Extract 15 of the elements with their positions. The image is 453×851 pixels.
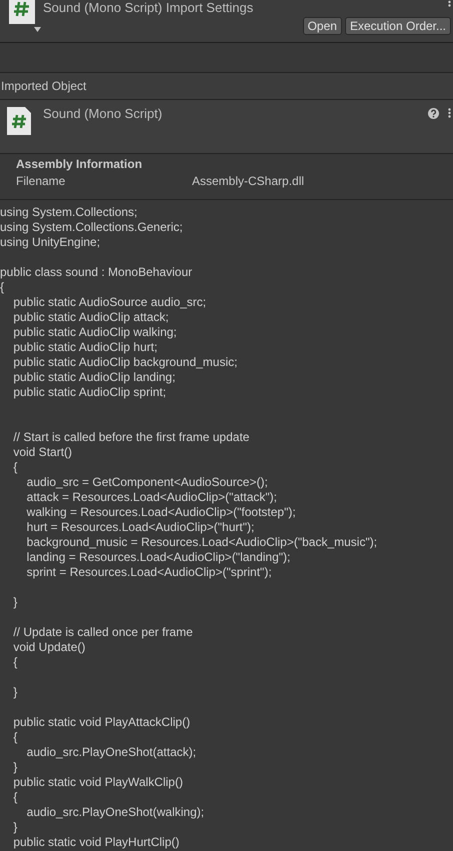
script-file-icon: [7, 0, 37, 24]
field-value: Assembly-CSharp.dll: [192, 174, 304, 188]
section-heading: Assembly Information: [16, 157, 144, 171]
execution-order-button[interactable]: Execution Order...: [344, 17, 451, 35]
section-label: Imported Object: [1, 79, 86, 93]
open-button[interactable]: Open: [302, 17, 342, 35]
more-options-icon[interactable]: [448, 0, 451, 7]
field-label: Filename: [16, 174, 66, 188]
help-icon[interactable]: [428, 108, 439, 119]
object-title: Sound (Mono Script): [43, 106, 162, 121]
code-text: using System.Collections; using System.Collections.Generic; using UnityEngine; public class sound : MonoBehaviour { public static AudioSource audio_src; public static AudioClip attack; public static AudioClip walking; public static AudioClip hurt; public static AudioClip background_music; public static AudioClip landing; public static AudioClip sprint; // Start is called before the first frame update void Start() { audio_src = GetComponent<AudioSource>(); attack = Resources.Load<AudioClip>("attack"); walking = Resources.Load<AudioClip>("footstep"); hurt = Resources.Load<AudioClip>("hurt"); background_music = Resources.Load<AudioClip>("back_music"); landing = Resources.Load<AudioClip>("landing"); sprint = Resources.Load<AudioClip>("sprint"); } // Update is called once per frame void Update() { } public static void PlayAttackClip() { audio_src.PlayOneShot(attack); } public static void PlayWalkClip() { audio_src.PlayOneShot(walking); } public static void PlayHurtClip(): [0, 204, 378, 850]
window-title: Sound (Mono Script) Import Settings: [43, 0, 254, 15]
caret-icon[interactable]: [34, 27, 41, 32]
script-file-icon: [7, 107, 31, 135]
more-options-icon[interactable]: [448, 108, 451, 118]
